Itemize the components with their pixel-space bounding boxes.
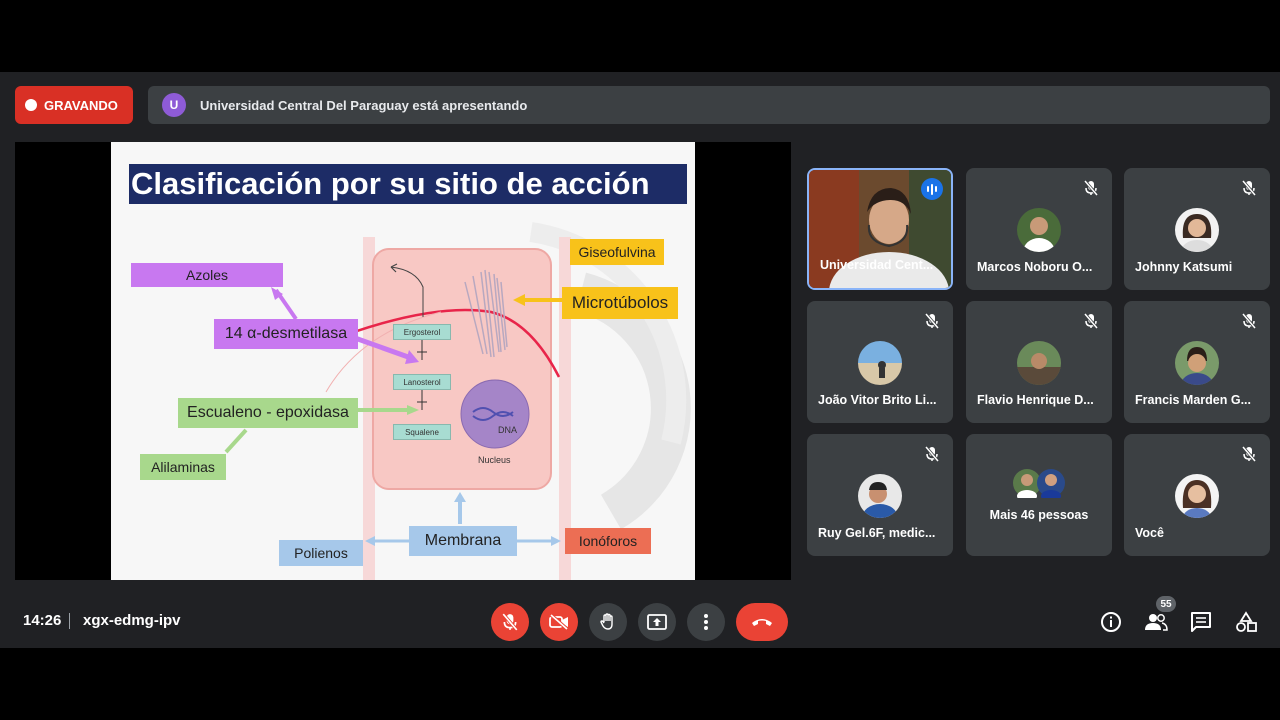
mic-off-icon bbox=[925, 313, 939, 329]
more-participants-avatars bbox=[1013, 469, 1065, 498]
more-participants-label: Mais 46 pessoas bbox=[989, 508, 1089, 522]
people-button[interactable] bbox=[1144, 610, 1168, 634]
label-desmetilasa: 14 α-desmetilasa bbox=[214, 319, 358, 349]
ergosterol-box: Ergosterol bbox=[393, 324, 451, 340]
clock: 14:26 bbox=[23, 612, 62, 629]
avatar bbox=[858, 341, 902, 385]
avatar bbox=[1175, 474, 1219, 518]
participant-name: Universidad Cent... bbox=[820, 258, 934, 272]
meeting-details-button[interactable] bbox=[1099, 610, 1123, 634]
slide-title: Clasificación por su sitio de acción bbox=[129, 164, 687, 204]
participant-tile[interactable]: Flavio Henrique D... bbox=[966, 301, 1112, 423]
participant-tile[interactable]: Marcos Noboru O... bbox=[966, 168, 1112, 290]
mic-off-icon bbox=[502, 613, 518, 631]
mic-off-icon bbox=[1242, 180, 1256, 196]
raise-hand-button[interactable] bbox=[589, 603, 627, 641]
participant-tile-self[interactable]: Você bbox=[1124, 434, 1270, 556]
present-screen-button[interactable] bbox=[638, 603, 676, 641]
participant-tile-presenter[interactable]: Universidad Cent... bbox=[807, 168, 953, 290]
activities-icon bbox=[1236, 611, 1257, 632]
avatar bbox=[1175, 341, 1219, 385]
divider bbox=[69, 613, 70, 629]
speaking-indicator-icon bbox=[921, 178, 943, 200]
label-polienos: Polienos bbox=[279, 540, 363, 566]
label-giseofulvina: Giseofulvina bbox=[570, 239, 664, 265]
people-icon bbox=[1145, 614, 1168, 631]
mic-off-icon bbox=[925, 446, 939, 462]
more-vert-icon bbox=[704, 614, 708, 630]
avatar bbox=[1017, 208, 1061, 252]
nucleus-label: Nucleus bbox=[478, 455, 511, 465]
avatar bbox=[858, 474, 902, 518]
activities-button[interactable] bbox=[1234, 610, 1258, 634]
lanosterol-box: Lanosterol bbox=[393, 374, 451, 390]
label-membrana: Membrana bbox=[409, 526, 517, 556]
meet-window: GRAVANDO U Universidad Central Del Parag… bbox=[0, 72, 1280, 648]
microphone-toggle-button[interactable] bbox=[491, 603, 529, 641]
participant-name: Marcos Noboru O... bbox=[977, 260, 1093, 274]
dna-label: DNA bbox=[498, 425, 518, 435]
participant-name: João Vitor Brito Li... bbox=[818, 393, 937, 407]
presenter-avatar: U bbox=[162, 93, 186, 117]
label-microtubulos: Microtúbolos bbox=[562, 287, 678, 319]
participant-name: Johnny Katsumi bbox=[1135, 260, 1233, 274]
leave-call-button[interactable] bbox=[736, 603, 788, 641]
slide: Clasificación por su sitio de acción Erg… bbox=[111, 142, 695, 580]
participant-tile[interactable]: Johnny Katsumi bbox=[1124, 168, 1270, 290]
label-allilaminas: Alilaminas bbox=[140, 454, 226, 480]
recording-label: GRAVANDO bbox=[44, 97, 118, 113]
label-azoles: Azoles bbox=[131, 263, 283, 287]
mic-off-icon bbox=[1242, 313, 1256, 329]
chat-button[interactable] bbox=[1189, 610, 1213, 634]
participant-tile[interactable]: Ruy Gel.6F, medic... bbox=[807, 434, 953, 556]
avatar bbox=[1017, 341, 1061, 385]
recording-badge: GRAVANDO bbox=[15, 86, 133, 124]
meeting-code: xgx-edmg-ipv bbox=[83, 612, 181, 629]
more-participants-tile[interactable]: Mais 46 pessoas bbox=[966, 434, 1112, 556]
label-escualeno: Escualeno - epoxidasa bbox=[178, 398, 358, 428]
participant-tile[interactable]: Francis Marden G... bbox=[1124, 301, 1270, 423]
recording-dot-icon bbox=[25, 99, 37, 111]
avatar bbox=[1175, 208, 1219, 252]
info-icon bbox=[1101, 612, 1121, 632]
mic-off-icon bbox=[1242, 446, 1256, 462]
squalene-box: Squalene bbox=[393, 424, 451, 440]
mic-off-icon bbox=[1084, 313, 1098, 329]
camera-off-icon bbox=[549, 614, 569, 630]
label-ionoforos: Ionóforos bbox=[565, 528, 651, 554]
presenting-text: Universidad Central Del Paraguay está ap… bbox=[200, 97, 528, 113]
participant-name: Você bbox=[1135, 526, 1164, 540]
participant-name: Flavio Henrique D... bbox=[977, 393, 1094, 407]
presenting-banner: U Universidad Central Del Paraguay está … bbox=[148, 86, 1270, 124]
more-options-button[interactable] bbox=[687, 603, 725, 641]
hang-up-icon bbox=[752, 619, 772, 626]
participant-name: Francis Marden G... bbox=[1135, 393, 1252, 407]
cell-diagram bbox=[224, 222, 691, 580]
people-count-badge: 55 bbox=[1156, 596, 1176, 612]
chat-icon bbox=[1191, 612, 1211, 632]
presentation-stage[interactable]: Clasificación por su sitio de acción Erg… bbox=[15, 142, 791, 580]
present-screen-icon bbox=[647, 614, 667, 630]
hand-icon bbox=[600, 613, 613, 630]
participant-tile[interactable]: João Vitor Brito Li... bbox=[807, 301, 953, 423]
mic-off-icon bbox=[1084, 180, 1098, 196]
camera-toggle-button[interactable] bbox=[540, 603, 578, 641]
participant-name: Ruy Gel.6F, medic... bbox=[818, 526, 936, 540]
